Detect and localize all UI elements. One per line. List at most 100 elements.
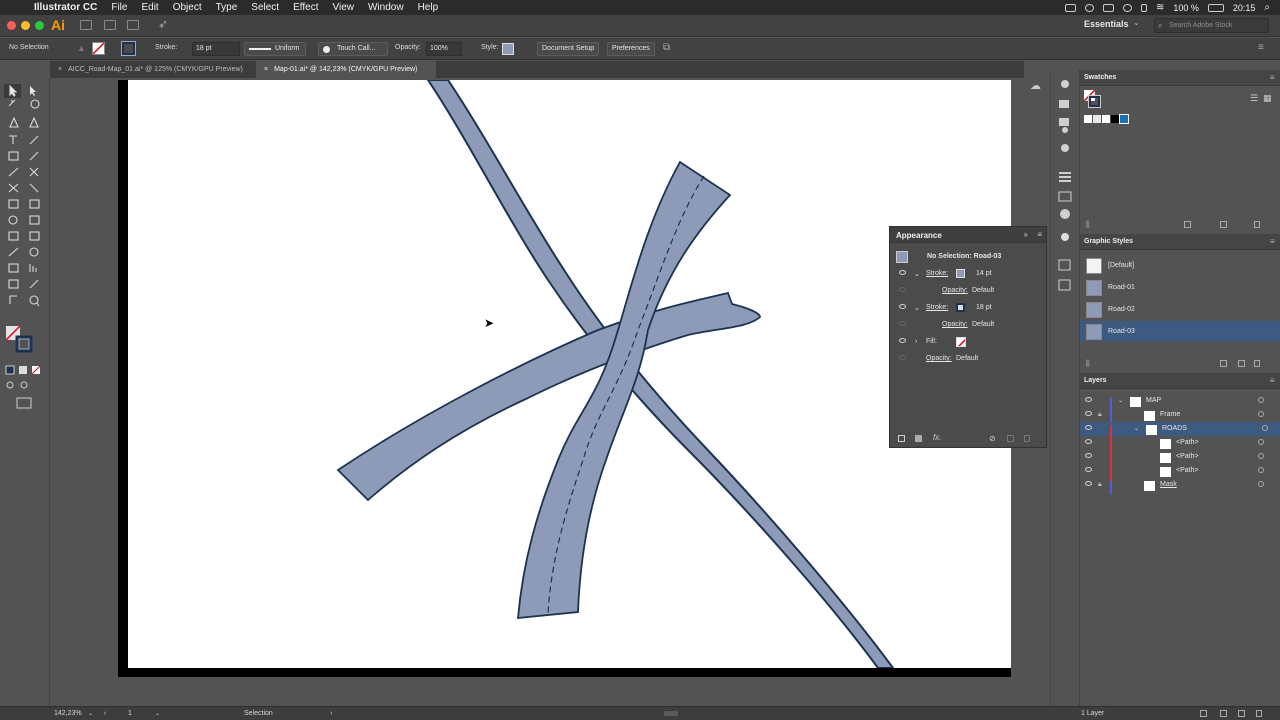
menu-file[interactable]: File xyxy=(111,2,127,13)
chevron-down-icon[interactable]: ⌄ xyxy=(155,710,160,717)
appearance-fill-row[interactable]: › Fill: xyxy=(890,334,1046,350)
graphic-style-swatch[interactable] xyxy=(502,43,514,55)
target-icon[interactable] xyxy=(1258,481,1264,487)
stock-icon[interactable] xyxy=(104,20,116,30)
minimize-window-button[interactable] xyxy=(21,21,30,30)
fill-color-swatch[interactable] xyxy=(92,42,105,55)
adobe-stock-search-input[interactable]: ⌕ Search Adobe Stock xyxy=(1154,18,1269,33)
stroke-swatch[interactable] xyxy=(956,303,965,312)
road-path-main[interactable] xyxy=(517,160,732,620)
menu-effect[interactable]: Effect xyxy=(293,2,318,13)
display-icon[interactable] xyxy=(1102,3,1114,12)
stroke-label[interactable]: Stroke: xyxy=(926,270,948,277)
stroke-label[interactable]: Stroke: xyxy=(926,304,948,311)
target-icon[interactable] xyxy=(1258,467,1264,473)
status-menu-arrow-icon[interactable]: › xyxy=(330,710,332,717)
panel-menu-icon[interactable]: ≡ xyxy=(1270,376,1275,385)
lock-icon[interactable]: 🔒︎ xyxy=(1098,481,1102,489)
bluetooth-icon[interactable] xyxy=(1140,3,1147,12)
add-effect-icon[interactable]: fx. xyxy=(933,433,941,442)
target-icon[interactable] xyxy=(1258,397,1264,403)
break-link-icon[interactable] xyxy=(1220,360,1227,367)
clock[interactable]: 20:15 xyxy=(1233,3,1256,13)
delete-style-icon[interactable] xyxy=(1254,360,1260,367)
tab-map-01[interactable]: × Map-01.ai* @ 142,23% (CMYK/GPU Preview) xyxy=(256,61,436,78)
target-icon[interactable] xyxy=(1262,425,1268,431)
appearance-opacity-row[interactable]: Opacity: Default xyxy=(890,351,1046,367)
list-view-icon[interactable]: ☰ xyxy=(1250,93,1258,104)
arrange-documents-icon[interactable] xyxy=(127,20,139,30)
artboard-prev-icon[interactable]: ‹ xyxy=(104,710,106,717)
grid-view-icon[interactable]: ▦ xyxy=(1263,93,1272,104)
menu-view[interactable]: View xyxy=(332,2,354,13)
close-icon[interactable]: × xyxy=(58,66,62,73)
fill-label[interactable]: Fill: xyxy=(926,338,937,345)
appearance-stroke-row[interactable]: ⌄ Stroke: 14 pt xyxy=(890,266,1046,282)
swatch-black[interactable] xyxy=(1111,115,1119,123)
zoom-level-field[interactable]: 142,23% xyxy=(54,710,82,717)
new-layer-icon[interactable] xyxy=(1238,710,1245,717)
road-path-crossing[interactable] xyxy=(336,291,761,502)
chevron-down-icon[interactable]: ⌄ xyxy=(1133,18,1140,27)
visibility-eye-icon[interactable] xyxy=(1085,453,1092,458)
layer-row-mask[interactable]: 🔒︎ Mask xyxy=(1080,478,1276,495)
visibility-eye-icon[interactable] xyxy=(1085,411,1092,416)
visibility-eye-icon[interactable] xyxy=(1085,467,1092,472)
graphic-style-item-selected[interactable]: Road-03 xyxy=(1080,321,1280,341)
spotlight-search-icon[interactable]: ⌕ xyxy=(1264,2,1270,13)
delete-layer-icon[interactable] xyxy=(1256,710,1262,717)
make-clipping-mask-icon[interactable] xyxy=(1200,710,1207,717)
visibility-eye-icon[interactable] xyxy=(899,304,906,309)
graphic-style-item[interactable]: [Default] xyxy=(1080,255,1276,275)
graphic-style-item[interactable]: Road-02 xyxy=(1080,299,1276,319)
swatches-panel-title[interactable]: Swatches xyxy=(1080,70,1280,86)
menu-select[interactable]: Select xyxy=(251,2,279,13)
graphic-styles-panel-title[interactable]: Graphic Styles xyxy=(1080,234,1280,250)
artboard[interactable] xyxy=(128,79,1011,669)
disclosure-chevron-icon[interactable]: ⌄ xyxy=(914,304,920,312)
layer-row-path[interactable]: <Path> xyxy=(1080,464,1276,481)
visibility-eye-icon[interactable] xyxy=(899,321,906,326)
layer-row-frame[interactable]: 🔒︎ Frame xyxy=(1080,408,1276,425)
target-icon[interactable] xyxy=(1258,439,1264,445)
visibility-eye-icon[interactable] xyxy=(1085,397,1092,402)
horizontal-scrollbar-thumb[interactable] xyxy=(664,711,678,716)
creative-cloud-icon[interactable] xyxy=(1084,3,1094,12)
visibility-eye-icon[interactable] xyxy=(1085,425,1092,430)
tab-aicc-road-map[interactable]: × AICC_Road-Map_01.ai* @ 125% (CMYK/GPU P… xyxy=(50,61,256,78)
stroke-color-swatch[interactable] xyxy=(121,41,136,56)
new-sublayer-icon[interactable] xyxy=(1220,710,1227,717)
duplicate-item-icon[interactable] xyxy=(1007,435,1014,442)
target-icon[interactable] xyxy=(1258,453,1264,459)
new-style-icon[interactable] xyxy=(1238,360,1245,367)
fill-none-swatch[interactable] xyxy=(956,337,966,347)
stroke-weight[interactable]: 14 pt xyxy=(976,270,992,277)
appearance-stroke-row[interactable]: ⌄ Stroke: 18 pt xyxy=(890,300,1046,316)
layer-row-map[interactable]: ⌄ MAP xyxy=(1080,394,1276,411)
collapse-panel-icon[interactable]: » xyxy=(1024,230,1028,239)
screen-icon[interactable] xyxy=(1064,3,1076,12)
delete-item-icon[interactable] xyxy=(1024,435,1030,442)
delete-swatch-icon[interactable] xyxy=(1254,221,1260,228)
appearance-opacity-row[interactable]: Opacity: Default xyxy=(890,317,1046,333)
time-machine-icon[interactable] xyxy=(1122,3,1132,12)
close-window-button[interactable] xyxy=(7,21,16,30)
visibility-eye-icon[interactable] xyxy=(899,287,906,292)
layer-row-path[interactable]: <Path> xyxy=(1080,450,1276,467)
opacity-label[interactable]: Opacity: xyxy=(926,355,952,362)
target-icon[interactable] xyxy=(1258,411,1264,417)
disclosure-chevron-right-icon[interactable]: › xyxy=(915,338,917,345)
stroke-weight[interactable]: 18 pt xyxy=(976,304,992,311)
wifi-icon[interactable]: ≋ xyxy=(1156,2,1164,13)
document-setup-button[interactable]: Document Setup xyxy=(537,42,600,56)
bridge-icon[interactable] xyxy=(80,20,92,30)
add-stroke-icon[interactable] xyxy=(898,435,905,442)
menu-object[interactable]: Object xyxy=(173,2,202,13)
close-icon[interactable]: × xyxy=(264,66,268,73)
disclosure-chevron-icon[interactable]: ⌄ xyxy=(914,270,920,278)
variable-width-profile-dropdown[interactable]: Uniform xyxy=(244,42,306,56)
visibility-eye-icon[interactable] xyxy=(1085,481,1092,486)
visibility-eye-icon[interactable] xyxy=(899,355,906,360)
road-map-artwork[interactable] xyxy=(128,79,1011,669)
menu-edit[interactable]: Edit xyxy=(141,2,158,13)
